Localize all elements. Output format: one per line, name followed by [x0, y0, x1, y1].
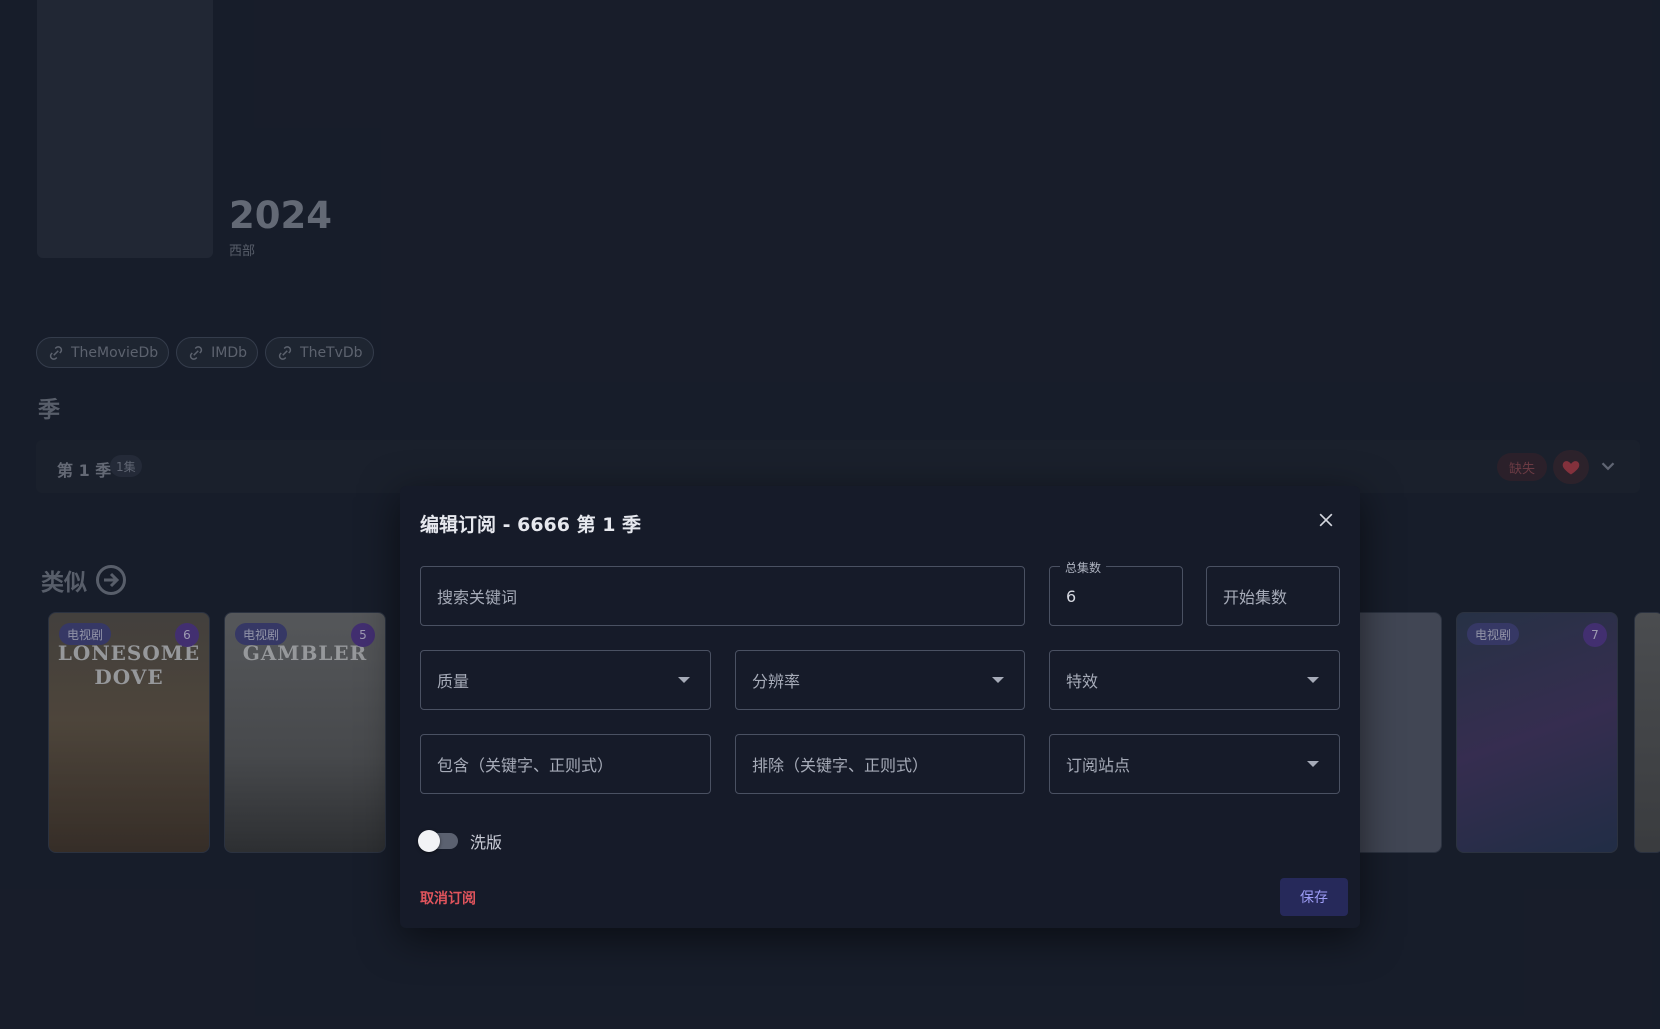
switch-knob[interactable]: [418, 830, 440, 852]
quality-placeholder: 质量: [437, 672, 470, 691]
edit-subscription-dialog: 编辑订阅 - 6666 第 1 季 搜索关键词 总集数 6 开始集数 质量 分辨…: [400, 486, 1360, 928]
switch-label: 洗版: [470, 833, 503, 852]
switch-track[interactable]: [418, 830, 458, 852]
exclude-placeholder: 排除（关键字、正则式）: [752, 756, 929, 775]
effect-placeholder: 特效: [1066, 672, 1099, 691]
exclude-input[interactable]: 排除（关键字、正则式）: [735, 734, 1025, 794]
caret-down-icon: [1307, 761, 1319, 767]
resolution-placeholder: 分辨率: [752, 672, 801, 691]
effect-select[interactable]: 特效: [1049, 650, 1340, 710]
caret-down-icon: [1307, 677, 1319, 683]
caret-down-icon: [992, 677, 1004, 683]
unsubscribe-button[interactable]: 取消订阅: [420, 888, 476, 908]
close-button[interactable]: [1312, 506, 1340, 534]
total-episodes-value: 6: [1066, 586, 1077, 606]
sites-placeholder: 订阅站点: [1066, 756, 1131, 775]
include-input[interactable]: 包含（关键字、正则式）: [420, 734, 711, 794]
keyword-input[interactable]: 搜索关键词: [420, 566, 1025, 626]
total-episodes-input[interactable]: 总集数 6: [1049, 559, 1183, 626]
sites-select[interactable]: 订阅站点: [1049, 734, 1340, 794]
best-version-switch[interactable]: 洗版: [418, 829, 503, 853]
quality-select[interactable]: 质量: [420, 650, 711, 710]
start-episode-placeholder: 开始集数: [1223, 588, 1288, 607]
keyword-placeholder: 搜索关键词: [437, 588, 518, 607]
caret-down-icon: [678, 677, 690, 683]
dialog-title: 编辑订阅 - 6666 第 1 季: [420, 514, 642, 536]
close-icon: [1319, 513, 1333, 527]
include-placeholder: 包含（关键字、正则式）: [437, 756, 614, 775]
resolution-select[interactable]: 分辨率: [735, 650, 1025, 710]
start-episode-input[interactable]: 开始集数: [1206, 566, 1340, 626]
save-button[interactable]: 保存: [1280, 878, 1348, 916]
